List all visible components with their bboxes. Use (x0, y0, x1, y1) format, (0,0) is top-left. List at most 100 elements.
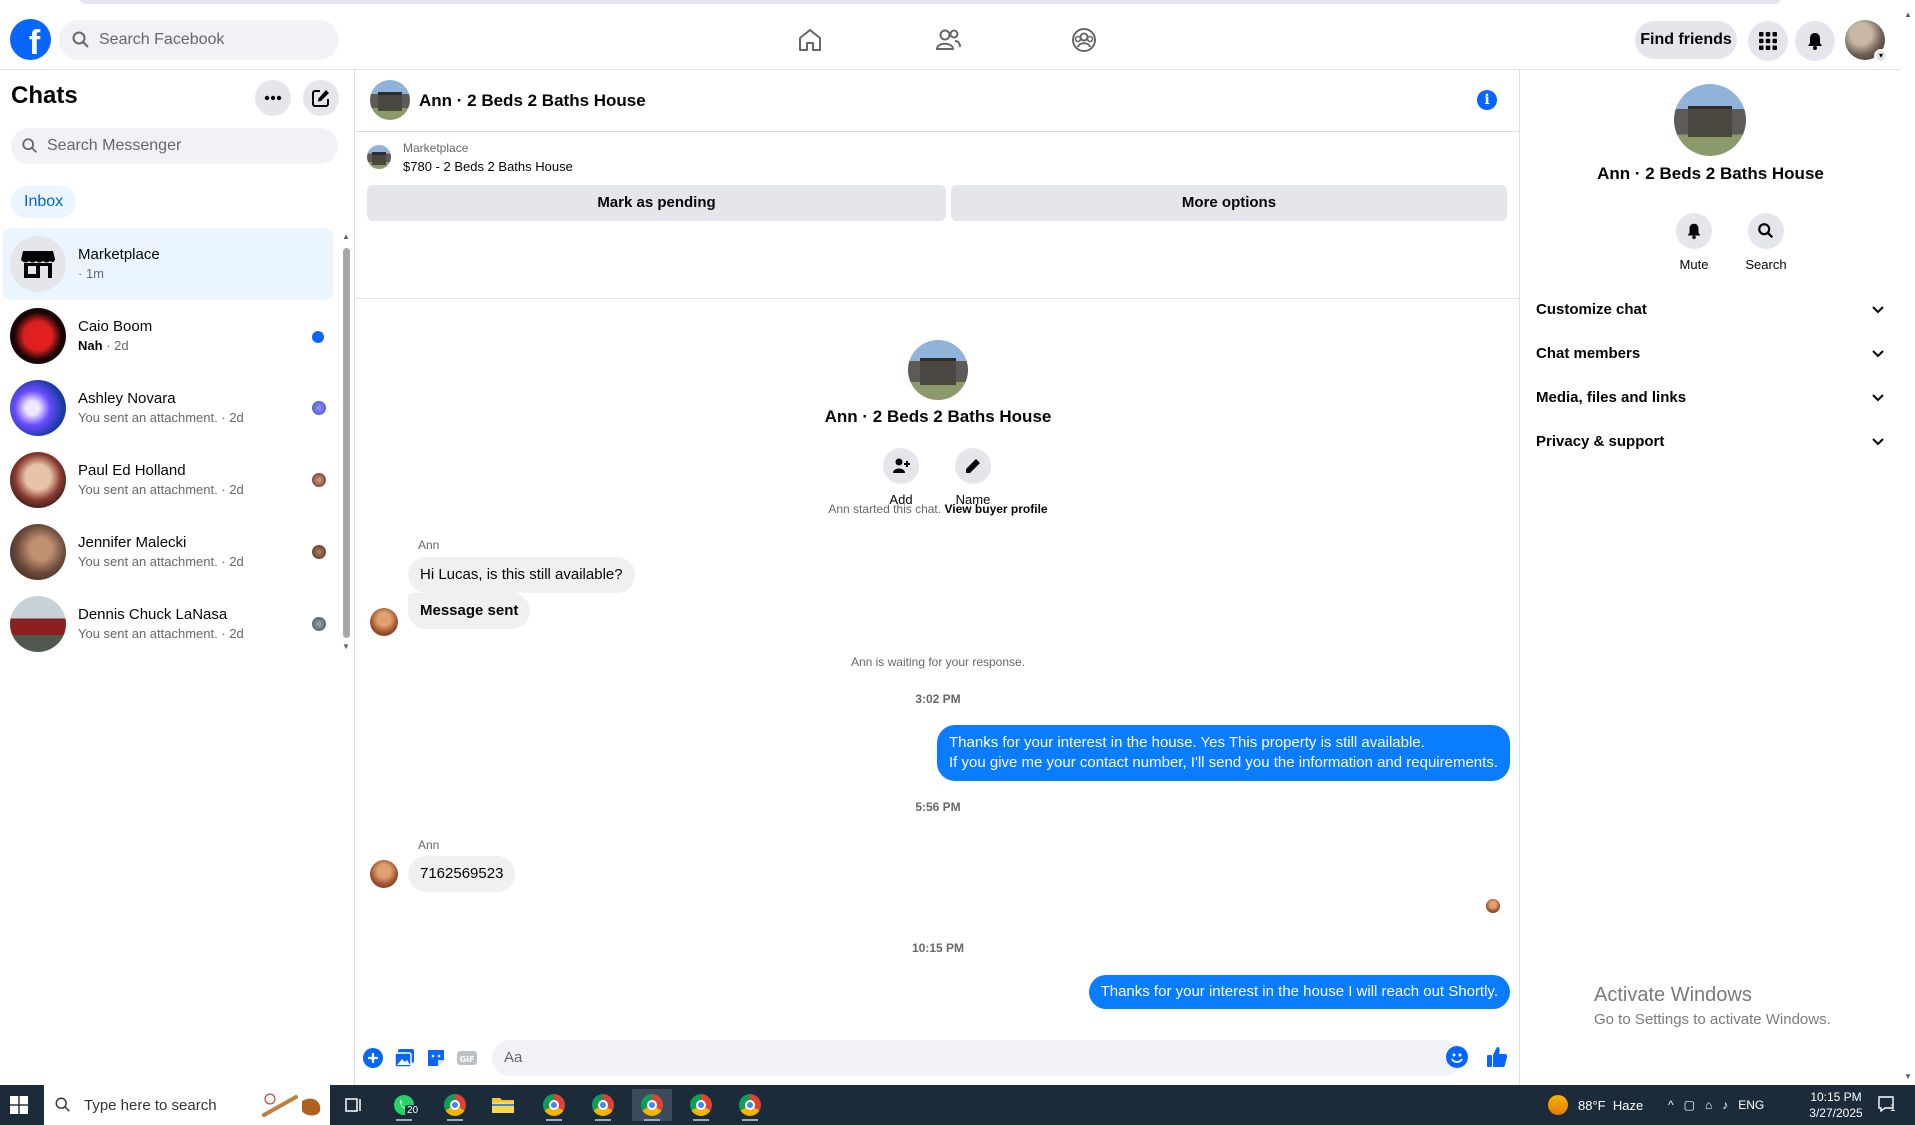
sender-avatar[interactable] (370, 860, 398, 888)
row-label: Privacy & support (1536, 432, 1665, 450)
network-icon[interactable]: ⌂ (1705, 1098, 1712, 1112)
chat-members-row[interactable]: Chat members (1536, 335, 1886, 371)
chat-item-caio-boom[interactable]: Caio Boom Nah · 2d (3, 300, 333, 372)
info-avatar[interactable] (1674, 84, 1746, 156)
chevron-down-icon (1872, 394, 1884, 402)
taskbar-chrome-6[interactable] (730, 1089, 770, 1121)
taskbar-chrome-3[interactable] (583, 1089, 623, 1121)
sticker-icon[interactable] (425, 1047, 447, 1069)
search-facebook-input[interactable]: Search Facebook (59, 20, 339, 60)
page-scrollbar[interactable]: ▲ ▼ (1900, 8, 1915, 1085)
browser-top-strip (0, 0, 1915, 8)
info-icon[interactable]: i (1477, 90, 1497, 110)
scroll-up-arrow-icon[interactable]: ▲ (342, 232, 350, 241)
waiting-notice: Ann is waiting for your response. (850, 655, 1026, 669)
volume-icon[interactable]: ♪ (1722, 1098, 1728, 1112)
outgoing-message[interactable]: Thanks for your interest in the house I … (1088, 975, 1510, 1009)
weather-widget[interactable]: 88°F Haze (1548, 1085, 1643, 1125)
chevron-down-icon (1872, 306, 1884, 314)
row-label: Chat members (1536, 344, 1641, 362)
name-chat-button[interactable]: Name (943, 448, 1003, 507)
bell-icon (1808, 33, 1822, 50)
message-input[interactable]: Aa (492, 1040, 1462, 1076)
chat-options-button[interactable] (255, 80, 291, 116)
sender-avatar[interactable] (370, 608, 398, 636)
scroll-up-arrow-icon[interactable]: ▲ (1904, 10, 1912, 19)
chat-time: · 2d (217, 482, 244, 497)
incoming-message[interactable]: Message sent (408, 593, 531, 629)
chrome-icon (543, 1094, 565, 1116)
photo-icon[interactable] (394, 1047, 416, 1069)
taskbar-search-input[interactable]: Type here to search (44, 1085, 330, 1125)
facebook-header: f Search Facebook Find friends ▾ (0, 8, 1900, 70)
listing-avatar[interactable] (370, 80, 410, 120)
chat-item-paul-ed-holland[interactable]: Paul Ed Holland You sent an attachment. … (3, 444, 333, 516)
taskbar-chrome-2[interactable] (534, 1089, 574, 1121)
notification-center-button[interactable]: 1 (1877, 1095, 1901, 1115)
search-in-chat-button[interactable]: Search (1736, 213, 1796, 272)
conversation-title[interactable]: Ann · 2 Beds 2 Baths House (419, 91, 646, 111)
add-people-button[interactable]: Add (871, 448, 931, 507)
inbox-tab[interactable]: Inbox (11, 186, 77, 218)
start-button[interactable] (0, 1085, 38, 1125)
privacy-support-row[interactable]: Privacy & support (1536, 423, 1886, 459)
chat-preview: Nah (78, 338, 103, 353)
mute-button[interactable]: Mute (1664, 213, 1724, 272)
chat-item-dennis-chuck-lanasa[interactable]: Dennis Chuck LaNasa You sent an attachme… (3, 588, 333, 660)
like-thumb-icon[interactable] (1485, 1045, 1509, 1069)
meet-now-icon[interactable]: ▢ (1684, 1098, 1695, 1112)
facebook-logo[interactable]: f (10, 19, 51, 60)
search-icon (72, 31, 89, 48)
taskbar-chrome-1[interactable] (435, 1089, 475, 1121)
groups-icon[interactable] (1069, 25, 1099, 55)
conversation-header: Ann · 2 Beds 2 Baths House i (356, 70, 1520, 132)
outgoing-message[interactable]: Thanks for your interest in the house. Y… (937, 725, 1510, 781)
home-icon[interactable] (795, 25, 825, 55)
task-view-icon (345, 1098, 361, 1112)
chevron-up-icon[interactable]: ^ (1668, 1098, 1674, 1112)
menu-button[interactable] (1748, 21, 1788, 61)
chats-title: Chats (11, 82, 78, 109)
emoji-icon[interactable] (1446, 1046, 1468, 1068)
plus-circle-icon[interactable] (362, 1047, 384, 1069)
svg-text:GIF: GIF (459, 1055, 474, 1064)
chat-name: Marketplace (78, 246, 160, 263)
mark-as-pending-button[interactable]: Mark as pending (367, 185, 946, 221)
new-message-button[interactable] (303, 80, 339, 116)
listing-title[interactable]: $780 - 2 Beds 2 Baths House (403, 159, 573, 174)
running-indicator (742, 1119, 758, 1121)
chat-item-ashley-novara[interactable]: Ashley Novara You sent an attachment. · … (3, 372, 333, 444)
find-friends-button[interactable]: Find friends (1635, 21, 1737, 59)
taskbar-whatsapp[interactable]: 20 (384, 1089, 424, 1121)
customize-chat-row[interactable]: Customize chat (1536, 291, 1886, 327)
outgoing-message-line: Thanks for your interest in the house. Y… (949, 734, 1425, 751)
friends-icon[interactable] (933, 25, 963, 55)
media-files-links-row[interactable]: Media, files and links (1536, 379, 1886, 415)
taskbar-clock[interactable]: 10:15 PM 3/27/2025 (1796, 1089, 1876, 1121)
listing-thumbnail[interactable] (367, 145, 391, 169)
more-options-button[interactable]: More options (951, 185, 1507, 221)
facebook-logo-letter: f (28, 24, 41, 60)
taskbar-file-explorer[interactable] (483, 1089, 523, 1121)
weather-haze-icon (1548, 1095, 1568, 1115)
chat-time: · 2d (102, 338, 129, 353)
running-indicator (396, 1119, 412, 1121)
taskbar-chrome-5[interactable] (681, 1089, 721, 1121)
scroll-down-arrow-icon[interactable]: ▼ (1904, 1072, 1912, 1081)
chat-item-jennifer-malecki[interactable]: Jennifer Malecki You sent an attachment.… (3, 516, 333, 588)
chat-item-marketplace[interactable]: Marketplace · 1m (3, 228, 333, 300)
language-indicator[interactable]: ENG (1738, 1098, 1764, 1112)
chat-list-scrollbar[interactable]: ▲ ▼ (340, 232, 352, 652)
gif-icon[interactable]: GIF (456, 1047, 478, 1069)
scrollbar-thumb[interactable] (343, 248, 350, 638)
view-buyer-profile-link[interactable]: View buyer profile (944, 502, 1047, 516)
incoming-message[interactable]: Hi Lucas, is this still available? (408, 557, 635, 593)
taskbar-chrome-4-active[interactable] (632, 1089, 672, 1121)
search-messenger-input[interactable]: Search Messenger (11, 128, 338, 164)
profile-avatar[interactable]: ▾ (1845, 20, 1888, 63)
notifications-button[interactable] (1795, 21, 1835, 61)
task-view-button[interactable] (334, 1089, 374, 1121)
windows-logo-icon (10, 1096, 28, 1114)
incoming-message[interactable]: 7162569523 (408, 856, 516, 892)
scroll-down-arrow-icon[interactable]: ▼ (342, 642, 350, 651)
